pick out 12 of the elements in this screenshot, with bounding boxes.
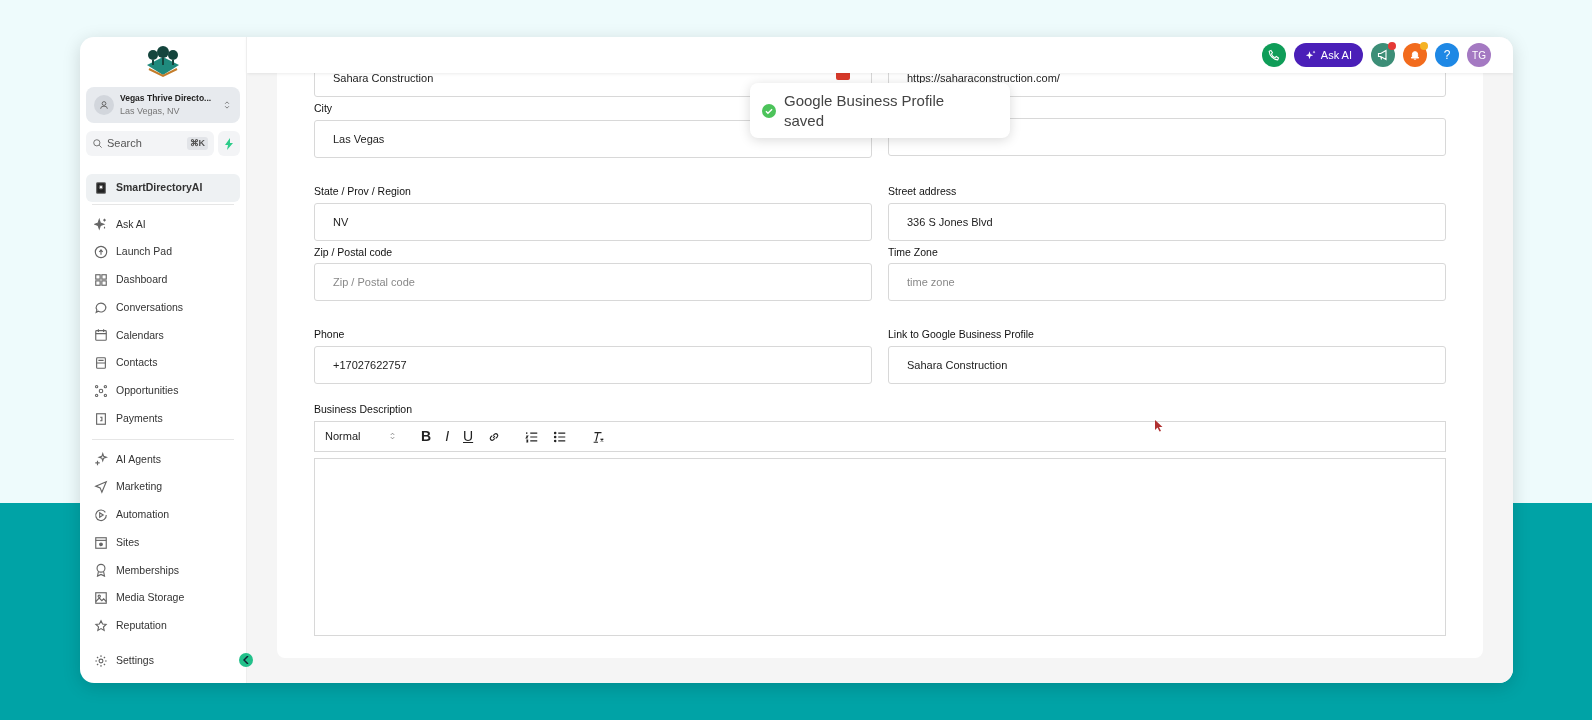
field-label: Time Zone [888,244,938,260]
field-label: Phone [314,327,345,343]
account-name: Vegas Thrive Directo... [120,92,213,105]
field-label: Link to Google Business Profile [888,327,1034,343]
field-label: State / Prov / Region [314,183,411,199]
account-location: Las Vegas, NV [120,104,181,118]
field-label: Street address [888,183,957,199]
field-label: Zip / Postal code [314,244,393,260]
search-placeholder: Search [107,136,142,152]
field-label: Business Description [314,402,413,417]
shortcut-key: ⌘K [186,136,208,151]
field-label: City [314,101,333,116]
